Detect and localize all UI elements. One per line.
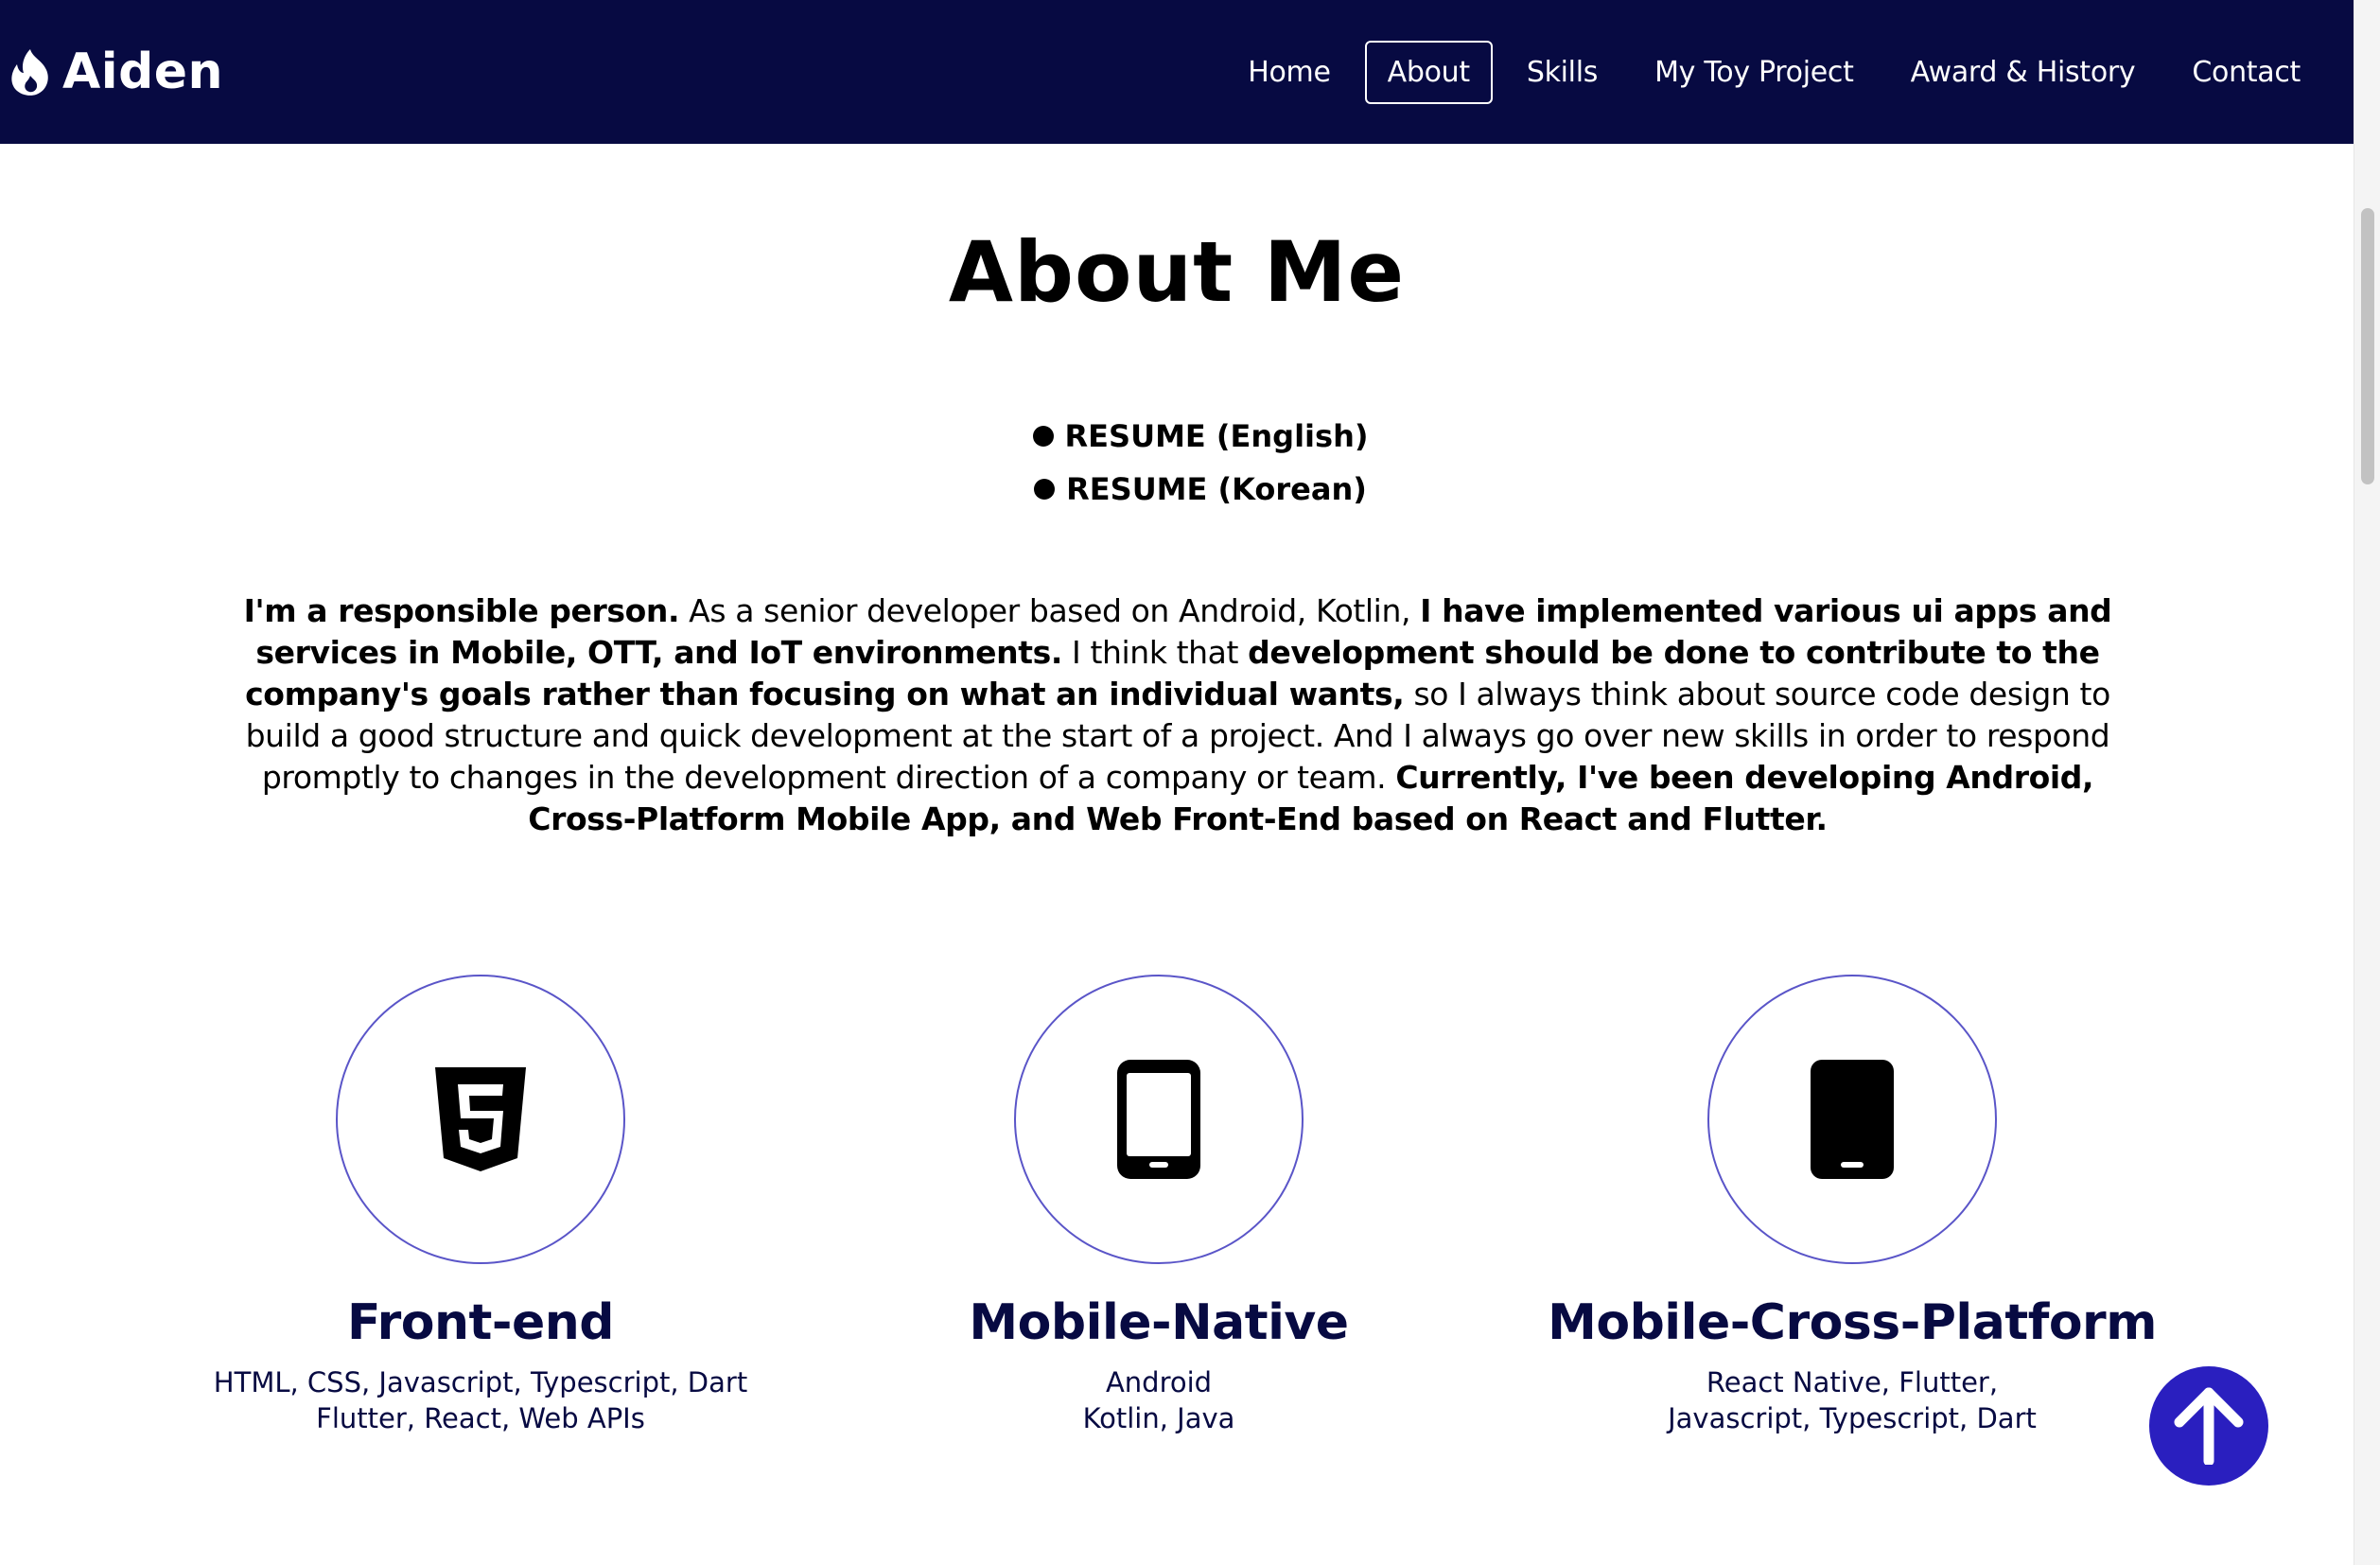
skill-desc-line: Kotlin, Java [1082, 1402, 1235, 1434]
skill-desc-line: HTML, CSS, Javascript, Typescript, Dart [213, 1366, 748, 1398]
intro-text: As a senior developer based on Android, … [679, 592, 1421, 629]
html5-icon [435, 1067, 526, 1171]
nav-item-skills[interactable]: Skills [1504, 41, 1620, 104]
about-section: About Me RESUME (English) RESUME (Korean… [0, 144, 2354, 1565]
bullet-icon [1034, 479, 1056, 500]
skill-description: HTML, CSS, Javascript, Typescript, Dart … [149, 1364, 812, 1436]
back-to-top-button[interactable] [2149, 1366, 2268, 1486]
skill-icon-circle [336, 975, 625, 1264]
mobile-outline-icon [1117, 1060, 1200, 1179]
resume-korean-label: RESUME (Korean) [1066, 471, 1367, 507]
resume-korean-link[interactable]: RESUME (Korean) [1034, 471, 1367, 507]
brand-name: Aiden [62, 44, 224, 100]
brand-logo[interactable]: Aiden [8, 44, 223, 100]
resume-english-link[interactable]: RESUME (English) [1032, 418, 1369, 454]
nav-item-contact[interactable]: Contact [2169, 41, 2323, 104]
skill-card-mobile-native: Mobile-Native Android Kotlin, Java [828, 975, 1490, 1436]
nav-item-home[interactable]: Home [1225, 41, 1353, 104]
skill-card-front-end: Front-end HTML, CSS, Javascript, Typescr… [149, 975, 812, 1436]
nav-menu: Home About Skills My Toy Project Award &… [1225, 40, 2323, 104]
intro-text: I'm a responsible person. [243, 592, 680, 629]
nav-item-about[interactable]: About [1364, 40, 1493, 104]
fire-icon [11, 49, 48, 96]
skill-description: React Native, Flutter, Javascript, Types… [1521, 1364, 2183, 1436]
bullet-icon [1032, 426, 1054, 447]
skill-desc-line: Flutter, React, Web APIs [316, 1402, 645, 1434]
intro-paragraph: I'm a responsible person. As a senior de… [236, 590, 2119, 840]
page-title: About Me [948, 223, 1406, 321]
skill-title: Mobile-Native [969, 1294, 1349, 1351]
scrollbar-thumb[interactable] [2361, 208, 2374, 484]
nav-item-award-history[interactable]: Award & History [1888, 41, 2159, 104]
resume-list: RESUME (English) RESUME (Korean) [0, 418, 2354, 507]
navbar: Aiden Home About Skills My Toy Project A… [0, 0, 2354, 144]
resume-english-label: RESUME (English) [1064, 418, 1369, 454]
mobile-solid-icon [1811, 1060, 1894, 1179]
skill-card-mobile-cross-platform: Mobile-Cross-Platform React Native, Flut… [1521, 975, 2183, 1436]
skill-desc-line: Android [1105, 1366, 1213, 1398]
page-scrollbar[interactable] [2354, 0, 2380, 1565]
skill-title: Mobile-Cross-Platform [1548, 1294, 2157, 1351]
skill-description: Android Kotlin, Java [828, 1364, 1490, 1436]
intro-text: I think that [1061, 634, 1249, 671]
skill-icon-circle [1014, 975, 1304, 1264]
skill-title: Front-end [346, 1294, 615, 1351]
skill-desc-line: React Native, Flutter, [1706, 1366, 1999, 1398]
arrow-up-icon [2174, 1387, 2244, 1465]
nav-item-my-toy-project[interactable]: My Toy Project [1632, 41, 1877, 104]
skill-desc-line: Javascript, Typescript, Dart [1668, 1402, 2037, 1434]
skill-icon-circle [1707, 975, 1997, 1264]
